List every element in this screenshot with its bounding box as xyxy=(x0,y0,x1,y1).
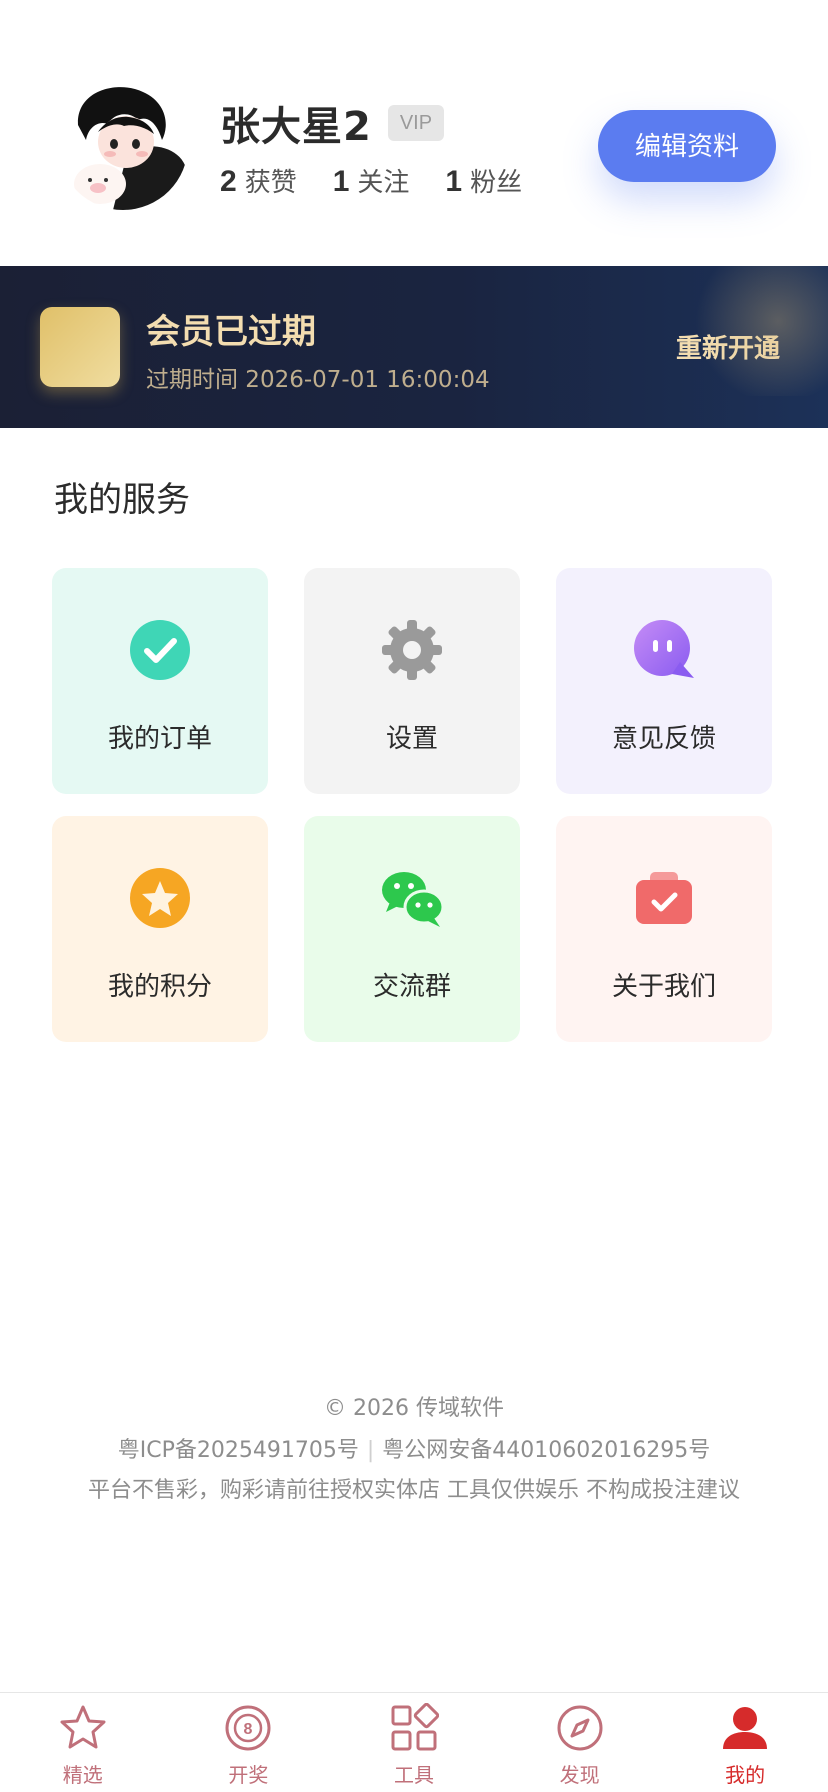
tab-discover[interactable]: 发现 xyxy=(497,1693,663,1792)
page: 张大星2 VIP 2 获赞 1 关注 1 粉丝 编辑资料 会员已过期 过期时间 … xyxy=(0,0,828,1792)
tab-label: 我的 xyxy=(725,1763,766,1787)
separator: | xyxy=(366,1438,375,1463)
stat-number: 2 xyxy=(220,165,237,198)
name-row: 张大星2 VIP xyxy=(220,94,445,152)
stat-likes[interactable]: 2 获赞 xyxy=(220,162,297,199)
chat-bubble-icon xyxy=(634,620,694,678)
tab-label: 工具 xyxy=(393,1763,434,1787)
briefcase-check-icon xyxy=(636,872,692,924)
tab-label: 精选 xyxy=(62,1763,103,1787)
tab-tools[interactable]: 工具 xyxy=(331,1693,497,1792)
stat-label: 粉丝 xyxy=(470,168,523,198)
tab-featured[interactable]: 精选 xyxy=(0,1693,166,1792)
stat-label: 关注 xyxy=(357,168,410,198)
service-feedback[interactable]: 意见反馈 xyxy=(556,568,772,794)
footer-copyright: © 2026 传域软件 xyxy=(324,1396,504,1421)
tab-label: 发现 xyxy=(559,1763,600,1787)
service-about-us[interactable]: 关于我们 xyxy=(556,816,772,1042)
svg-text:8: 8 xyxy=(244,1721,253,1738)
star-icon xyxy=(130,868,190,928)
service-my-points[interactable]: 我的积分 xyxy=(52,816,268,1042)
service-label: 我的积分 xyxy=(107,972,212,1002)
lottery-ball-icon: 8 xyxy=(225,1705,271,1751)
service-label: 我的订单 xyxy=(107,724,212,754)
star-outline-icon xyxy=(60,1705,106,1749)
services-title: 我的服务 xyxy=(54,480,190,520)
service-my-orders[interactable]: 我的订单 xyxy=(52,568,268,794)
profile-header: 张大星2 VIP 2 获赞 1 关注 1 粉丝 编辑资料 xyxy=(0,0,828,266)
tab-label: 开奖 xyxy=(228,1763,269,1787)
service-label: 设置 xyxy=(385,724,438,754)
profile-stats: 2 获赞 1 关注 1 粉丝 xyxy=(220,162,558,199)
service-chat-group[interactable]: 交流群 xyxy=(304,816,520,1042)
icp-number[interactable]: 粤ICP备2025491705号 xyxy=(118,1438,359,1463)
membership-expire-time: 过期时间 2026-07-01 16:00:04 xyxy=(146,367,490,393)
membership-banner[interactable]: 会员已过期 过期时间 2026-07-01 16:00:04 重新开通 xyxy=(0,266,828,428)
stat-label: 获赞 xyxy=(244,168,297,198)
grid-icon xyxy=(391,1703,439,1751)
service-label: 交流群 xyxy=(372,972,451,1002)
compass-icon xyxy=(557,1705,603,1751)
service-label: 意见反馈 xyxy=(611,724,716,754)
avatar-illustration xyxy=(58,80,188,210)
bottom-tab-bar: 精选 8 开奖 工具 发现 我的 xyxy=(0,1692,828,1792)
vip-badge: VIP xyxy=(387,105,445,141)
stat-number: 1 xyxy=(445,165,463,198)
stat-followers[interactable]: 1 粉丝 xyxy=(445,162,522,199)
edit-profile-button[interactable]: 编辑资料 xyxy=(598,110,776,182)
service-settings[interactable]: 设置 xyxy=(304,568,520,794)
service-label: 关于我们 xyxy=(611,972,716,1002)
stat-number: 1 xyxy=(332,165,350,198)
wechat-icon xyxy=(382,872,444,927)
tab-mine[interactable]: 我的 xyxy=(662,1693,828,1792)
gear-icon xyxy=(382,620,442,680)
footer-registration: 粤ICP备2025491705号 | 粤公网安备44010602016295号 xyxy=(0,1432,828,1464)
tab-lottery-results[interactable]: 8 开奖 xyxy=(166,1693,332,1792)
renew-button[interactable]: 重新开通 xyxy=(676,328,780,365)
police-registration[interactable]: 粤公网安备44010602016295号 xyxy=(382,1438,710,1463)
footer-disclaimer: 平台不售彩，购彩请前往授权实体店 工具仅供娱乐 不构成投注建议 xyxy=(88,1478,740,1503)
user-icon xyxy=(723,1707,768,1749)
membership-icon xyxy=(40,307,120,387)
membership-status: 会员已过期 xyxy=(146,312,316,352)
username: 张大星2 xyxy=(220,104,372,150)
stat-following[interactable]: 1 关注 xyxy=(333,162,410,199)
avatar[interactable] xyxy=(58,80,188,210)
check-circle-icon xyxy=(130,620,190,680)
services-grid: 我的订单 设置 意见反馈 我的积分 交流群 关于我们 xyxy=(52,568,776,1042)
